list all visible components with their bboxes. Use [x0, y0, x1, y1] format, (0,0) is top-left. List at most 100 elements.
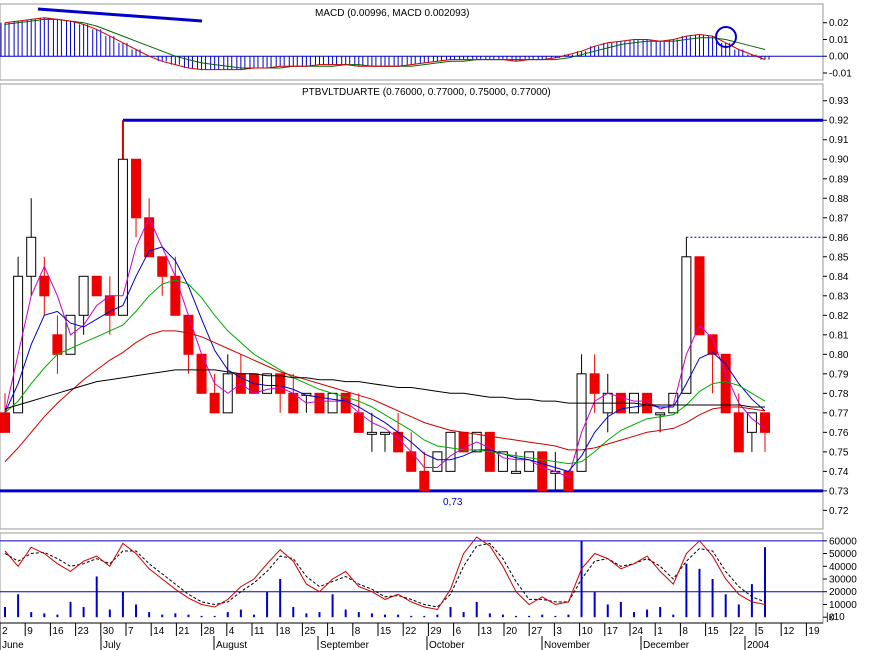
volume-axis-tick-label: 30000	[829, 575, 857, 586]
price-axis-tick-label: 0.84	[829, 272, 849, 283]
candle-body[interactable]	[0, 412, 10, 433]
volume-axis-unit: |x10	[826, 612, 845, 623]
x-tick-label: 29	[430, 626, 442, 637]
candle-body[interactable]	[563, 470, 574, 492]
candle-body[interactable]	[209, 392, 220, 414]
price-axis-tick-label: 0.93	[829, 96, 849, 107]
x-tick-label: 6	[456, 626, 462, 637]
x-tick-label: 10	[582, 626, 594, 637]
month-label: June	[2, 640, 24, 650]
price-axis-tick-label: 0.73	[829, 486, 849, 497]
x-tick-label: 4	[229, 626, 235, 637]
volume-axis-tick-label: 50000	[829, 549, 857, 560]
price-axis-tick-label: 0.90	[829, 155, 849, 166]
candle-body[interactable]	[432, 451, 443, 472]
x-tick-label: 23	[78, 626, 90, 637]
candle-body[interactable]	[655, 412, 666, 416]
candle-body[interactable]	[576, 373, 587, 472]
price-axis-tick-label: 0.86	[829, 233, 849, 244]
x-tick-label: 22	[405, 626, 417, 637]
candle-body[interactable]	[707, 334, 718, 355]
candle-body[interactable]	[157, 256, 168, 277]
price-axis-tick-label: 0.91	[829, 135, 849, 146]
price-axis-tick-label: 0.80	[829, 350, 849, 361]
volume-axis-tick-label: 40000	[829, 562, 857, 573]
candle-body[interactable]	[131, 158, 142, 219]
candle-body[interactable]	[39, 275, 50, 297]
price-panel-title: PTBVLTDUARTE (0.76000, 0.77000, 0.75000,…	[302, 87, 551, 98]
x-tick-label: 9	[27, 626, 33, 637]
candle-body[interactable]	[91, 275, 102, 297]
candle-body[interactable]	[327, 392, 338, 414]
volume-axis-tick-label: 20000	[829, 587, 857, 598]
x-tick-label: 5	[758, 626, 764, 637]
candle-body[interactable]	[419, 470, 430, 492]
candle-body[interactable]	[406, 451, 417, 472]
candle-body[interactable]	[720, 353, 731, 414]
candle-body[interactable]	[733, 412, 744, 453]
candle-body[interactable]	[445, 431, 456, 472]
month-label: October	[429, 640, 465, 650]
candle-body[interactable]	[694, 256, 705, 336]
month-label: July	[103, 640, 121, 650]
x-tick-label: 16	[52, 626, 64, 637]
x-tick-label: 11	[254, 626, 265, 637]
candle-body[interactable]	[13, 275, 24, 414]
price-axis-tick-label: 0.79	[829, 369, 849, 380]
candle-body[interactable]	[52, 334, 63, 355]
price-axis-tick-label: 0.75	[829, 447, 849, 458]
support-label: 0,73	[443, 497, 463, 508]
candle-body[interactable]	[170, 275, 181, 316]
month-label: September	[320, 640, 370, 650]
macd-axis-tick-label: 0.01	[829, 35, 849, 46]
x-tick-label: 30	[103, 626, 115, 637]
price-axis-tick-label: 0.76	[829, 428, 849, 439]
x-tick-label: 21	[178, 626, 190, 637]
price-axis-tick-label: 0.82	[829, 311, 849, 322]
x-tick-label: 20	[506, 626, 518, 637]
price-axis-tick-label: 0.81	[829, 330, 849, 341]
candle-body[interactable]	[537, 451, 548, 492]
x-tick-label: 1	[330, 626, 336, 637]
price-axis-tick-label: 0.92	[829, 116, 849, 127]
price-axis-tick-label: 0.87	[829, 213, 849, 224]
price-axis-tick-label: 0.85	[829, 252, 849, 263]
x-tick-label: 22	[733, 626, 745, 637]
candle-body[interactable]	[760, 412, 770, 433]
x-tick-label: 1	[657, 626, 663, 637]
x-tick-label: 24	[632, 626, 644, 637]
month-label: August	[216, 640, 247, 650]
x-tick-label: 12	[783, 626, 795, 637]
price-axis-tick-label: 0.78	[829, 389, 849, 400]
x-tick-label: 2	[2, 626, 8, 637]
x-tick-label: 15	[708, 626, 720, 637]
x-tick-label: 3	[556, 626, 562, 637]
candle-body[interactable]	[78, 275, 89, 316]
x-tick-label: 19	[808, 626, 820, 637]
candle-body[interactable]	[668, 392, 679, 414]
x-tick-label: 17	[607, 626, 619, 637]
price-axis-tick-label: 0.74	[829, 467, 849, 478]
volume-axis-tick-label: 10000	[829, 600, 857, 611]
candle-body[interactable]	[183, 314, 194, 355]
price-axis-tick-label: 0.83	[829, 291, 849, 302]
macd-panel-title: MACD (0.00996, MACD 0.002093)	[315, 8, 470, 19]
candle-body[interactable]	[589, 373, 600, 394]
macd-axis-tick-label: -0.01	[829, 68, 852, 79]
candle-body[interactable]	[366, 431, 377, 435]
price-axis-tick-label: 0.72	[829, 506, 849, 517]
candle-body[interactable]	[746, 412, 757, 433]
candle-body[interactable]	[117, 158, 128, 316]
price-axis-tick-label: 0.88	[829, 194, 849, 205]
x-tick-label: 8	[355, 626, 361, 637]
x-tick-label: 18	[279, 626, 291, 637]
x-tick-label: 13	[481, 626, 493, 637]
candle-body[interactable]	[681, 256, 692, 394]
x-tick-label: 14	[153, 626, 165, 637]
stock-chart: MACD (0.00996, MACD 0.002093) PTBVLTDUAR…	[0, 0, 871, 650]
volume-axis-tick-label: 60000	[829, 536, 857, 547]
candle-body[interactable]	[511, 470, 522, 474]
x-tick-label: 7	[128, 626, 134, 637]
candle-body[interactable]	[380, 431, 390, 435]
candle-body[interactable]	[26, 236, 37, 277]
